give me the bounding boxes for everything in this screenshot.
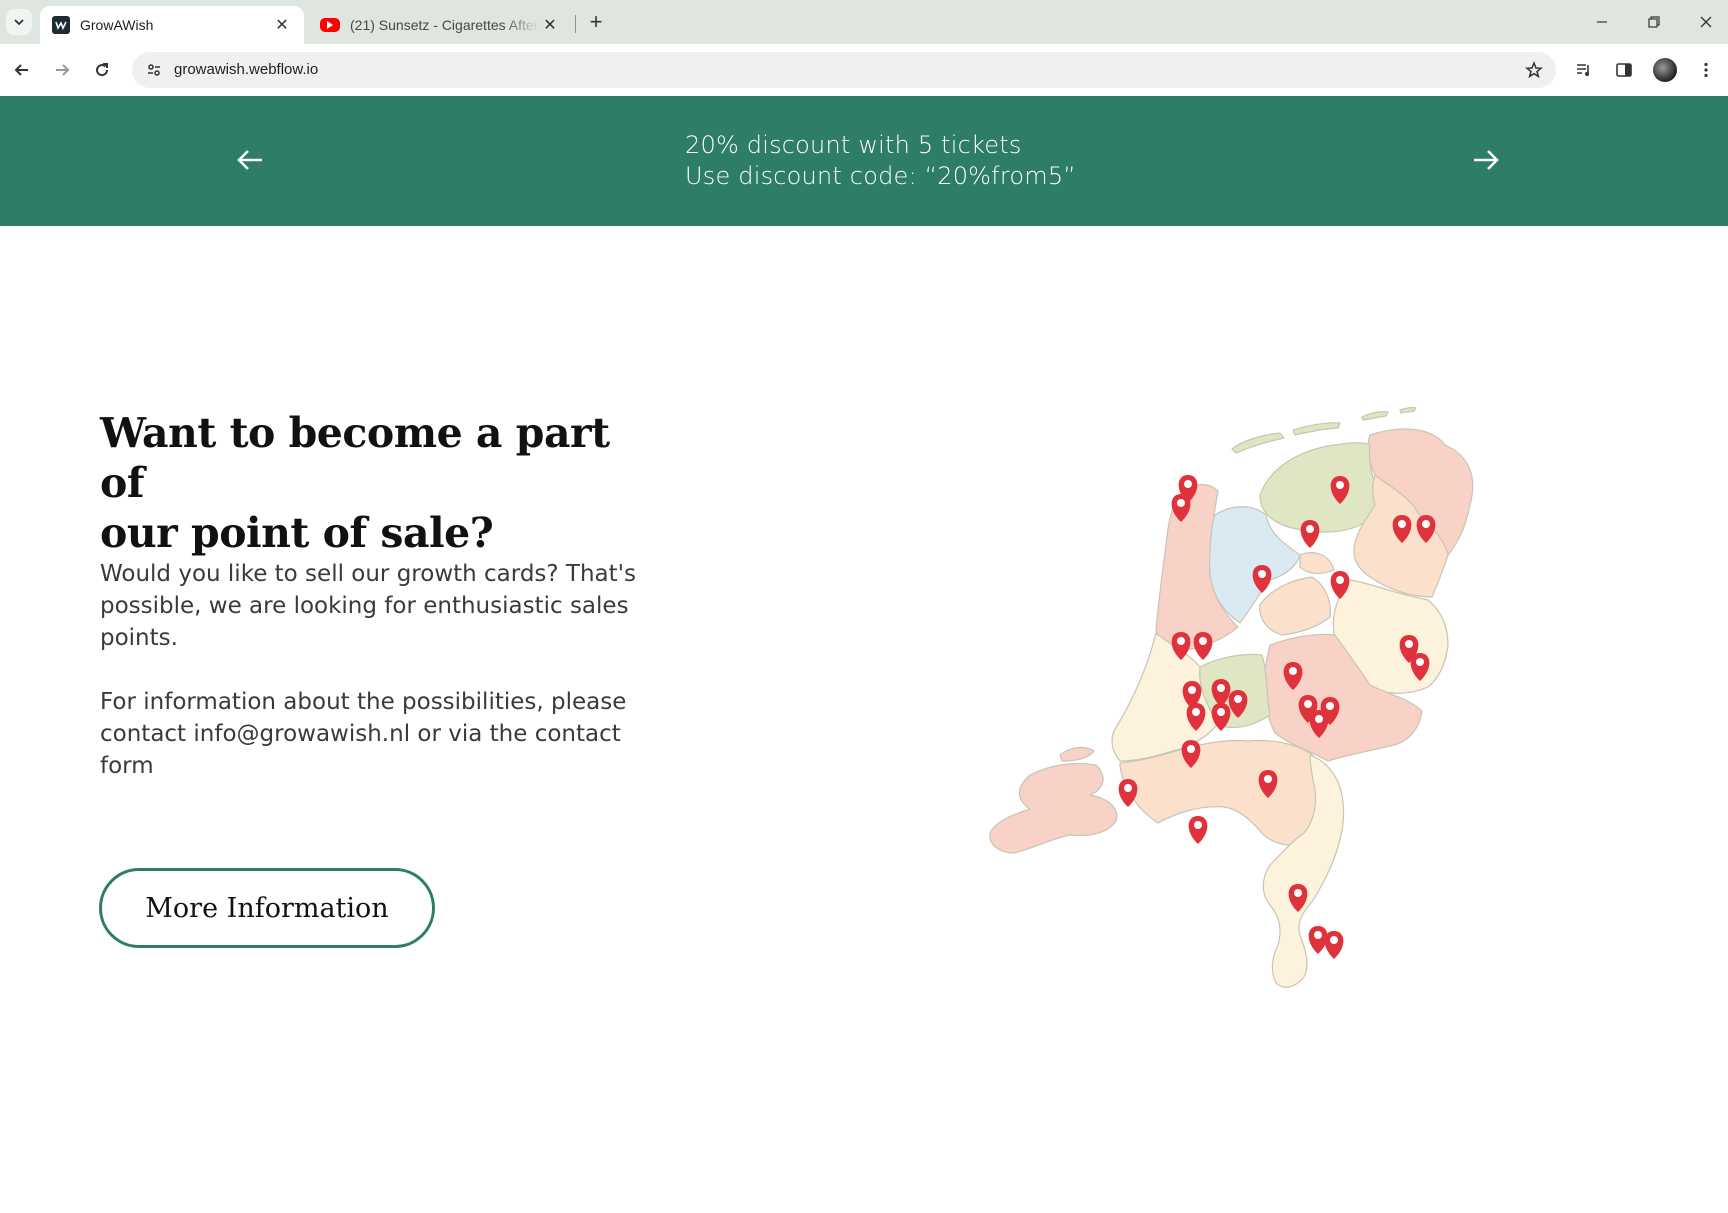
close-window-icon[interactable] — [1692, 8, 1720, 36]
restore-window-icon[interactable] — [1640, 8, 1668, 36]
new-tab-button[interactable]: + — [584, 9, 608, 34]
location-pin-icon — [1308, 926, 1328, 954]
chevron-down-icon — [14, 19, 24, 26]
side-panel-button[interactable] — [1608, 54, 1640, 86]
page-title: Want to become a part of our point of sa… — [100, 408, 620, 558]
arrow-left-icon — [14, 64, 28, 76]
webflow-favicon-icon — [52, 16, 70, 34]
arrow-left-icon — [237, 150, 262, 170]
more-information-button[interactable]: More Information — [99, 868, 435, 948]
banner-next-button[interactable] — [1466, 140, 1506, 180]
tab-search-button[interactable] — [6, 9, 32, 35]
location-pin-icon — [1193, 632, 1213, 660]
youtube-favicon-icon — [320, 18, 340, 32]
close-tab-icon[interactable]: ✕ — [272, 15, 292, 35]
music-queue-icon — [1577, 64, 1589, 76]
location-pin-icon — [1188, 816, 1208, 844]
banner-line-1: 20% discount with 5 tickets — [685, 131, 1022, 159]
location-pin-icon — [1300, 520, 1320, 548]
avatar — [1653, 58, 1677, 82]
banner-prev-button[interactable] — [230, 140, 270, 180]
media-controls-button[interactable] — [1568, 54, 1600, 86]
contact-paragraph: For information about the possibilities,… — [100, 689, 627, 779]
address-bar[interactable]: growawish.webflow.io — [132, 52, 1556, 88]
netherlands-map — [989, 407, 1474, 988]
friesland — [1259, 442, 1383, 533]
browser-menu-button[interactable] — [1690, 54, 1722, 86]
banner-line-2: Use discount code: “20%from5” — [685, 162, 1076, 190]
bookmark-star-icon[interactable] — [1522, 58, 1546, 82]
tab-separator — [575, 15, 576, 33]
intro-paragraph: Would you like to sell our growth cards?… — [100, 561, 636, 651]
browser-toolbar: growawish.webflow.io — [0, 44, 1728, 96]
tab-youtube[interactable]: (21) Sunsetz - Cigarettes After Sex ✕ — [308, 6, 572, 44]
tab-growawish[interactable]: GrowAWish ✕ — [40, 6, 304, 44]
url-text: growawish.webflow.io — [174, 61, 319, 78]
tab-title: (21) Sunsetz - Cigarettes After Sex — [350, 17, 540, 33]
location-pin-icon — [1324, 931, 1344, 959]
promo-banner: 20% discount with 5 tickets Use discount… — [0, 96, 1728, 226]
location-pin-icon — [1118, 779, 1138, 807]
tab-title: GrowAWish — [80, 17, 154, 33]
banner-message: 20% discount with 5 tickets Use discount… — [685, 130, 1076, 192]
profile-button[interactable] — [1649, 54, 1681, 86]
heading-line-2: our point of sale? — [100, 509, 494, 557]
reload-button[interactable] — [86, 54, 118, 86]
site-info-icon[interactable] — [142, 58, 166, 82]
close-tab-icon[interactable]: ✕ — [540, 15, 560, 35]
arrow-right-icon — [1474, 150, 1499, 170]
browser-tabstrip: GrowAWish ✕ (21) Sunsetz - Cigarettes Af… — [0, 0, 1728, 44]
back-button[interactable] — [6, 54, 38, 86]
more-vertical-icon — [1704, 62, 1708, 78]
heading-line-1: Want to become a part of — [100, 409, 610, 507]
arrow-right-icon — [56, 64, 70, 76]
side-panel-icon — [1616, 63, 1632, 77]
minimize-icon[interactable] — [1588, 8, 1616, 36]
reload-icon — [96, 63, 109, 77]
forward-button[interactable] — [46, 54, 78, 86]
zeeland — [989, 746, 1118, 854]
